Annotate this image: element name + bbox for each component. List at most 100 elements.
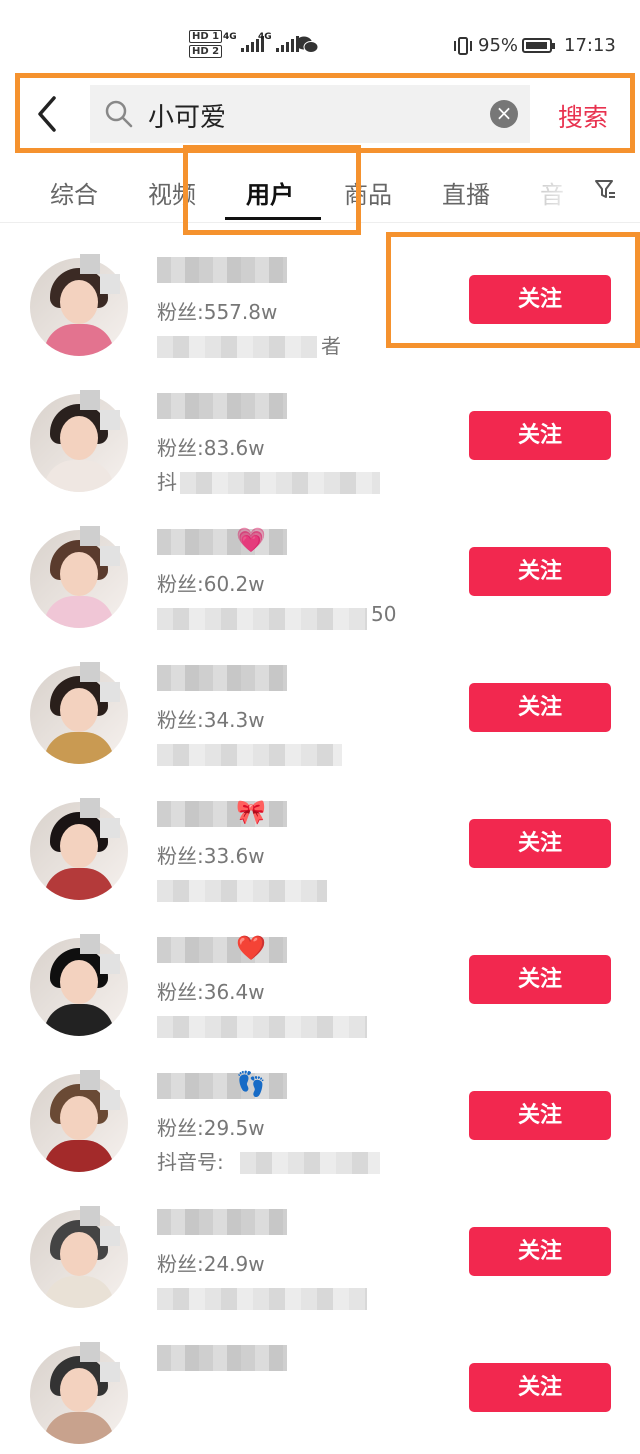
fans-count: 粉丝:29.5w <box>157 1116 265 1140</box>
search-button[interactable]: 搜索 <box>558 98 608 134</box>
avatar-face <box>60 824 98 868</box>
avatar-mosaic <box>100 274 120 294</box>
avatar-body <box>44 324 114 356</box>
dual-sim-indicator: HD 1 HD 2 <box>189 30 223 60</box>
avatar-body <box>44 1412 114 1444</box>
avatar-face <box>60 688 98 732</box>
follow-button[interactable]: 关注 <box>469 547 611 596</box>
follow-button[interactable]: 关注 <box>469 1363 611 1412</box>
profile-info-blurred <box>157 1016 367 1038</box>
avatar-mosaic <box>100 682 120 702</box>
avatar-mosaic <box>80 1206 100 1226</box>
status-bar: HD 1 HD 2 4G 4G 95% 17:13 <box>0 0 640 70</box>
avatar[interactable] <box>30 394 128 492</box>
profile-info-text: 50 <box>371 602 397 626</box>
network-type-1: 4G <box>223 32 237 42</box>
search-bar: 小可爱 × 搜索 <box>15 73 635 153</box>
user-row[interactable]: 关注 <box>0 1318 640 1454</box>
filter-icon[interactable] <box>594 178 616 200</box>
username-blurred <box>157 1073 287 1099</box>
search-query[interactable]: 小可爱 <box>148 97 226 134</box>
tab-live[interactable]: 直播 <box>442 175 490 210</box>
profile-info-blurred <box>240 1152 380 1174</box>
hd2-badge: HD 2 <box>189 45 223 58</box>
user-row[interactable]: 🎀 粉丝:33.6w 关注 <box>0 774 640 910</box>
avatar[interactable] <box>30 802 128 900</box>
avatar-face <box>60 960 98 1004</box>
username-emoji: ❤️ <box>236 934 266 962</box>
avatar-body <box>44 1140 114 1172</box>
follow-button[interactable]: 关注 <box>469 411 611 460</box>
avatar[interactable] <box>30 530 128 628</box>
avatar-face <box>60 280 98 324</box>
username-blurred <box>157 801 287 827</box>
avatar-mosaic <box>80 390 100 410</box>
profile-info-blurred <box>180 472 380 494</box>
tab-comprehensive[interactable]: 综合 <box>50 175 98 210</box>
username-blurred <box>157 1345 287 1371</box>
fans-count: 粉丝:83.6w <box>157 436 265 460</box>
user-row[interactable]: 💗 粉丝:60.2w 50 关注 <box>0 502 640 638</box>
avatar-mosaic <box>80 798 100 818</box>
fans-count: 粉丝:557.8w <box>157 300 278 324</box>
avatar-body <box>44 868 114 900</box>
fans-count: 粉丝:24.9w <box>157 1252 265 1276</box>
back-arrow-icon[interactable] <box>32 94 62 134</box>
user-row[interactable]: 粉丝:24.9w 关注 <box>0 1182 640 1318</box>
avatar-mosaic <box>80 526 100 546</box>
tab-highlight-box <box>183 145 361 235</box>
avatar-mosaic <box>100 954 120 974</box>
username-blurred <box>157 393 287 419</box>
follow-highlight-box <box>386 232 640 348</box>
avatar-face <box>60 1232 98 1276</box>
fans-count: 粉丝:60.2w <box>157 572 265 596</box>
username-emoji: 💗 <box>236 526 266 554</box>
username-blurred <box>157 665 287 691</box>
avatar[interactable] <box>30 1346 128 1444</box>
username-blurred <box>157 257 287 283</box>
profile-info-blurred <box>157 1288 367 1310</box>
avatar[interactable] <box>30 258 128 356</box>
avatar-body <box>44 460 114 492</box>
avatar-face <box>60 552 98 596</box>
user-row[interactable]: 粉丝:34.3w 关注 <box>0 638 640 774</box>
battery-percent: 95% <box>478 35 519 56</box>
username-emoji: 🎀 <box>236 798 266 826</box>
avatar-face <box>60 1096 98 1140</box>
fans-count: 粉丝:34.3w <box>157 708 265 732</box>
clock: 17:13 <box>564 35 616 56</box>
follow-button[interactable]: 关注 <box>469 1227 611 1276</box>
follow-button[interactable]: 关注 <box>469 819 611 868</box>
avatar[interactable] <box>30 938 128 1036</box>
signal-icon-2: 4G <box>258 32 299 52</box>
user-row[interactable]: 粉丝:83.6w 抖 关注 <box>0 366 640 502</box>
search-input[interactable]: 小可爱 × <box>90 85 530 143</box>
username-emoji: 👣 <box>236 1070 266 1098</box>
avatar[interactable] <box>30 666 128 764</box>
avatar-mosaic <box>100 546 120 566</box>
follow-button[interactable]: 关注 <box>469 683 611 732</box>
username-blurred <box>157 1209 287 1235</box>
avatar-mosaic <box>80 1070 100 1090</box>
avatar-body <box>44 596 114 628</box>
avatar[interactable] <box>30 1074 128 1172</box>
avatar-mosaic <box>80 254 100 274</box>
profile-info-blurred <box>157 880 327 902</box>
vibrate-icon <box>454 37 472 55</box>
profile-info-blurred <box>157 744 342 766</box>
avatar-body <box>44 1276 114 1308</box>
network-type-2: 4G <box>258 32 272 42</box>
wechat-icon <box>296 36 318 53</box>
battery-icon <box>522 38 555 53</box>
tabs-fade <box>520 172 590 212</box>
avatar-body <box>44 732 114 764</box>
username-blurred <box>157 529 287 555</box>
user-row[interactable]: ❤️ 粉丝:36.4w 关注 <box>0 910 640 1046</box>
follow-button[interactable]: 关注 <box>469 955 611 1004</box>
clear-icon[interactable]: × <box>490 100 518 128</box>
user-row[interactable]: 👣 粉丝:29.5w 抖音号: 关注 <box>0 1046 640 1182</box>
avatar-mosaic <box>100 410 120 430</box>
follow-button[interactable]: 关注 <box>469 1091 611 1140</box>
avatar[interactable] <box>30 1210 128 1308</box>
avatar-body <box>44 1004 114 1036</box>
